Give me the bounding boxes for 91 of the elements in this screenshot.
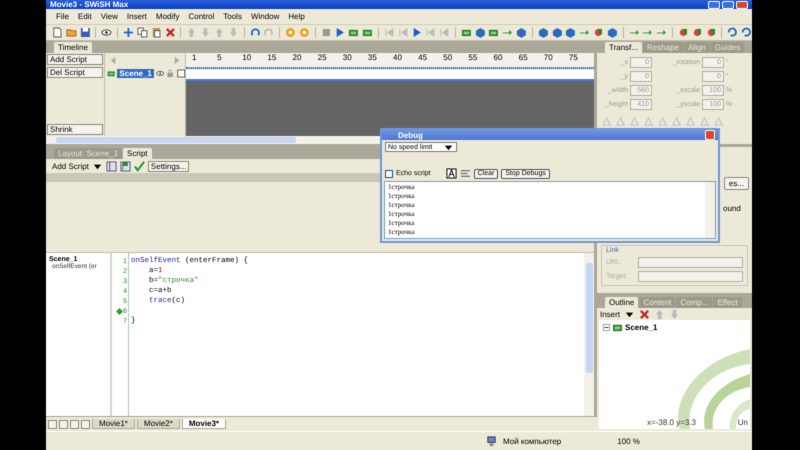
refresh-icon[interactable] [741, 27, 752, 38]
square-icon[interactable] [176, 68, 185, 78]
menu-item[interactable]: View [100, 12, 118, 21]
ruler-number: 60 [494, 53, 504, 64]
panel-tab[interactable]: Outline [605, 297, 638, 308]
ruler-number: 1 [192, 53, 198, 64]
settings-button[interactable]: Settings... [148, 160, 190, 172]
copy-icon[interactable] [136, 27, 148, 38]
scrollbar[interactable] [584, 253, 594, 416]
ruler-number: 10 [242, 53, 252, 64]
document-tab[interactable]: Movie1* [92, 419, 135, 429]
arrow-right-icon[interactable] [579, 27, 590, 38]
folder-icon[interactable] [66, 27, 77, 38]
scene-item[interactable]: Scene_1 [117, 68, 154, 78]
menu-item[interactable]: Modify [156, 12, 180, 21]
checkbox[interactable] [385, 170, 393, 178]
ruler-number: 35 [368, 53, 378, 64]
window-title: Movie3 - SWiSH Max [50, 0, 128, 9]
menu-item[interactable]: Insert [126, 12, 147, 21]
maximize-button[interactable] [722, 0, 734, 8]
arrow-right-icon[interactable] [502, 27, 513, 38]
ruler-number: 45 [418, 53, 428, 64]
arrow-right-icon[interactable] [628, 27, 640, 38]
film-icon[interactable] [362, 27, 373, 38]
panel-tab[interactable]: Transf... [605, 42, 642, 53]
menu-item[interactable]: Tools [223, 12, 242, 21]
film-icon[interactable] [488, 27, 500, 38]
units-label: Un [738, 418, 748, 427]
minimize-button[interactable] [708, 0, 720, 8]
ruler-number: 50 [443, 53, 454, 64]
panel-tab[interactable]: Script [123, 148, 152, 159]
insert-dropdown[interactable]: Insert [600, 310, 620, 318]
scrollbar[interactable] [705, 182, 715, 238]
document-tab[interactable]: Movie3* [182, 419, 226, 429]
zoom-label: 100 % [617, 436, 640, 446]
refresh-icon[interactable] [727, 27, 738, 38]
document-tab[interactable]: Movie2* [136, 419, 180, 429]
menu-item[interactable]: Edit [78, 12, 92, 21]
ruler-number: 55 [468, 53, 478, 64]
arrow-right-icon[interactable] [642, 27, 654, 38]
tree-item[interactable]: Scene_1 [625, 323, 658, 332]
ruler-number: 5 [217, 53, 223, 64]
ruler-number: 25 [318, 53, 328, 64]
expander-icon[interactable] [603, 324, 610, 331]
status-text: Мой компьютер [503, 436, 562, 446]
close-button[interactable] [736, 0, 748, 8]
film-icon[interactable] [612, 322, 623, 333]
ruler-number: 70 [544, 53, 554, 64]
shrink-button[interactable]: Shrink [47, 124, 103, 135]
delete-icon[interactable] [639, 308, 650, 320]
del-script-button[interactable]: Del Script [47, 67, 103, 78]
computer-icon[interactable] [486, 436, 497, 446]
coordinates-label: x=-38.0 y=3.3 [647, 418, 696, 427]
breakpoint-icon[interactable] [116, 307, 124, 315]
panel-icon[interactable] [106, 160, 117, 172]
url-field[interactable] [638, 257, 743, 268]
panel-button[interactable]: es... [724, 177, 749, 190]
arrow-right-icon[interactable] [656, 27, 667, 38]
ruler-number: 30 [342, 53, 353, 64]
eye-icon[interactable] [101, 27, 112, 38]
align-icon[interactable] [460, 168, 471, 179]
option-label: ound [722, 203, 742, 213]
ruler-number: 40 [393, 53, 403, 64]
film-icon[interactable] [460, 27, 472, 38]
close-button[interactable] [705, 130, 715, 140]
panel-tab[interactable]: Timeline [54, 42, 92, 53]
add-script-dropdown[interactable]: Add Script [52, 162, 89, 170]
play-icon[interactable] [411, 27, 422, 38]
add-script-button[interactable]: Add Script [47, 54, 103, 65]
menu-item[interactable]: Control [188, 12, 214, 21]
menu-item[interactable]: Help [288, 12, 305, 21]
font-icon[interactable] [446, 168, 457, 179]
paste-icon[interactable] [150, 27, 162, 38]
play-icon[interactable] [334, 27, 346, 38]
frame-row[interactable] [186, 68, 594, 81]
ruler-number: 15 [267, 53, 278, 64]
menu-item[interactable]: Window [250, 12, 280, 21]
window-title: Debug [398, 130, 423, 140]
target-field[interactable] [638, 271, 743, 282]
checkmark-icon[interactable] [134, 160, 145, 172]
ruler-number: 75 [568, 53, 579, 64]
film-icon[interactable] [348, 27, 360, 38]
stop-icon[interactable] [320, 27, 332, 38]
flag-icon[interactable] [120, 160, 131, 172]
undo-icon[interactable] [250, 27, 260, 38]
ruler-number: 65 [518, 53, 529, 64]
menu-item[interactable]: File [56, 12, 69, 21]
ruler-number: 20 [292, 53, 302, 64]
new-file-icon[interactable] [52, 27, 63, 38]
delete-icon[interactable] [164, 27, 176, 38]
save-icon[interactable] [80, 27, 90, 38]
